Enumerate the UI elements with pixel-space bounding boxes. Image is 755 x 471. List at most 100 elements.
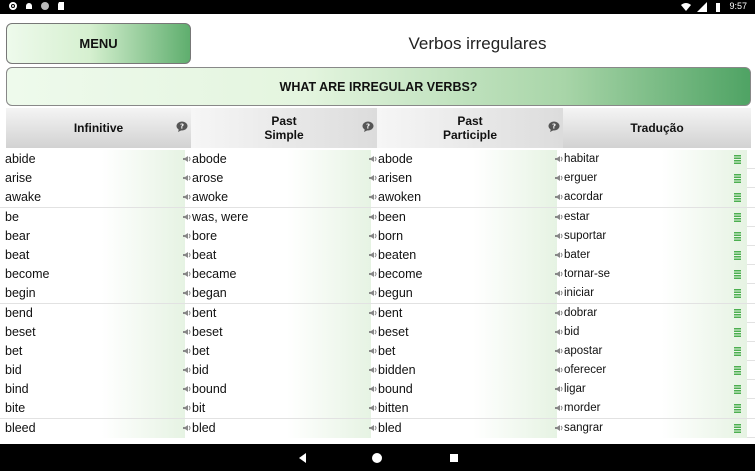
speaker-icon[interactable] [555,174,563,182]
table-row[interactable]: bet bet bet apostar [0,341,755,362]
speaker-icon[interactable] [555,289,563,297]
speaker-icon[interactable] [369,251,377,259]
speaker-icon[interactable] [183,385,191,393]
speaker-icon[interactable] [183,366,191,374]
infinitive-cell[interactable]: arise [0,169,191,189]
table-row[interactable]: bid bid bidden oferecer [0,361,755,381]
speaker-icon[interactable] [555,424,563,432]
speaker-icon[interactable] [555,270,563,278]
column-header-translation[interactable]: Tradução [563,108,751,148]
table-row[interactable]: bind bound bound ligar [0,380,755,400]
infinitive-cell[interactable]: bid [0,361,191,381]
infinitive-cell[interactable]: bear [0,226,191,246]
list-icon[interactable] [734,308,741,318]
infinitive-cell[interactable]: bet [0,341,191,361]
speaker-icon[interactable] [183,155,191,163]
help-bubble-icon[interactable]: ? [176,121,188,132]
translation-cell[interactable]: sangrar [557,418,747,438]
speaker-icon[interactable] [183,213,191,221]
past-simple-cell[interactable]: bet [185,341,377,361]
list-icon[interactable] [734,155,741,164]
list-icon[interactable] [734,366,741,376]
speaker-icon[interactable] [183,251,191,259]
table-row[interactable]: bend bent bent dobrar [0,303,755,323]
table-row[interactable]: begin began begun iniciar [0,284,755,304]
speaker-icon[interactable] [369,385,377,393]
speaker-icon[interactable] [369,155,377,163]
speaker-icon[interactable] [555,404,563,412]
list-icon[interactable] [734,385,741,395]
past-simple-cell[interactable]: was, were [185,207,377,227]
speaker-icon[interactable] [183,309,191,317]
infinitive-cell[interactable]: abide [0,150,191,169]
speaker-icon[interactable] [369,232,377,240]
list-icon[interactable] [734,423,741,433]
translation-cell[interactable]: acordar [557,188,747,208]
translation-cell[interactable]: bid [557,322,747,342]
speaker-icon[interactable] [369,366,377,374]
past-participle-cell[interactable]: bled [371,418,563,438]
help-bubble-icon[interactable]: ? [548,121,560,132]
speaker-icon[interactable] [555,193,563,201]
translation-cell[interactable]: estar [557,207,747,227]
home-icon[interactable] [370,451,384,465]
list-icon[interactable] [734,193,741,203]
column-header-past-simple[interactable]: Past Simple ? [191,108,377,148]
speaker-icon[interactable] [555,347,563,355]
what-are-irregular-verbs-button[interactable]: WHAT ARE IRREGULAR VERBS? [6,67,751,106]
past-simple-cell[interactable]: beat [185,245,377,265]
past-simple-cell[interactable]: bore [185,226,377,246]
column-header-infinitive[interactable]: Infinitive ? [6,108,191,148]
infinitive-cell[interactable]: beset [0,322,191,342]
past-simple-cell[interactable]: bit [185,399,377,419]
list-icon[interactable] [734,250,741,260]
speaker-icon[interactable] [183,289,191,297]
translation-cell[interactable]: erguer [557,169,747,189]
list-icon[interactable] [734,327,741,337]
speaker-icon[interactable] [555,385,563,393]
table-row[interactable]: become became become tornar-se [0,265,755,285]
speaker-icon[interactable] [555,155,563,163]
past-simple-cell[interactable]: bound [185,380,377,400]
list-icon[interactable] [734,270,741,280]
past-participle-cell[interactable]: bitten [371,399,563,419]
translation-cell[interactable]: bater [557,245,747,265]
translation-cell[interactable]: tornar-se [557,265,747,285]
speaker-icon[interactable] [369,270,377,278]
translation-cell[interactable]: apostar [557,341,747,361]
list-icon[interactable] [734,212,741,222]
speaker-icon[interactable] [369,347,377,355]
speaker-icon[interactable] [555,251,563,259]
past-participle-cell[interactable]: been [371,207,563,227]
speaker-icon[interactable] [183,328,191,336]
translation-cell[interactable]: morder [557,399,747,419]
table-row[interactable]: beset beset beset bid [0,322,755,342]
translation-cell[interactable]: ligar [557,380,747,400]
help-bubble-icon[interactable]: ? [362,121,374,132]
past-participle-cell[interactable]: bound [371,380,563,400]
speaker-icon[interactable] [369,213,377,221]
table-row[interactable]: bite bit bitten morder [0,399,755,419]
speaker-icon[interactable] [369,289,377,297]
table-row[interactable]: beat beat beaten bater [0,245,755,266]
list-icon[interactable] [734,346,741,356]
list-icon[interactable] [734,174,741,184]
list-icon[interactable] [734,404,741,414]
translation-cell[interactable]: dobrar [557,303,747,323]
past-participle-cell[interactable]: beset [371,322,563,342]
translation-cell[interactable]: suportar [557,226,747,246]
past-simple-cell[interactable]: bid [185,361,377,381]
table-row[interactable]: abide abode abode habitar [0,150,755,170]
infinitive-cell[interactable]: begin [0,284,191,304]
past-participle-cell[interactable]: beaten [371,245,563,265]
past-simple-cell[interactable]: awoke [185,188,377,208]
speaker-icon[interactable] [369,309,377,317]
list-icon[interactable] [734,231,741,241]
past-simple-cell[interactable]: bled [185,418,377,438]
past-participle-cell[interactable]: become [371,265,563,285]
speaker-icon[interactable] [555,328,563,336]
speaker-icon[interactable] [555,366,563,374]
infinitive-cell[interactable]: become [0,265,191,285]
past-simple-cell[interactable]: abode [185,150,377,169]
translation-cell[interactable]: habitar [557,150,747,169]
